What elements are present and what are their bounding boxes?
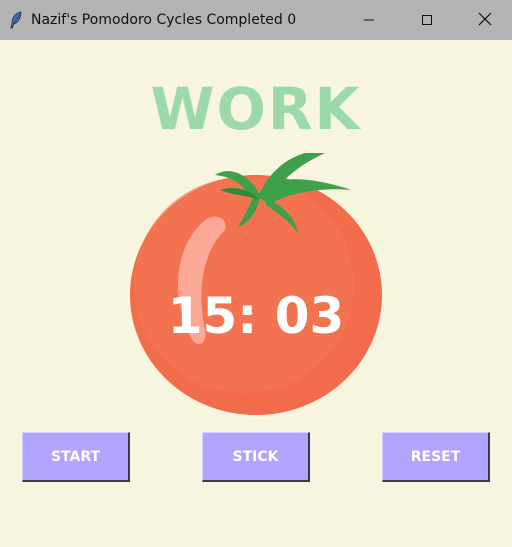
close-button[interactable] <box>456 0 512 40</box>
stick-button[interactable]: STICK <box>202 432 310 482</box>
minimize-icon <box>363 11 375 30</box>
maximize-button[interactable] <box>398 0 456 40</box>
feather-icon <box>9 11 23 29</box>
close-icon <box>478 11 492 30</box>
mode-label: WORK <box>150 75 362 143</box>
minimize-button[interactable] <box>340 0 398 40</box>
title-bar: Nazif's Pomodoro Cycles Completed 0 <box>0 0 512 40</box>
start-button[interactable]: START <box>22 432 130 482</box>
window-title: Nazif's Pomodoro Cycles Completed 0 <box>31 12 297 28</box>
timer-display: 15: 03 <box>167 287 345 345</box>
reset-button[interactable]: RESET <box>382 432 490 482</box>
maximize-icon <box>421 11 433 30</box>
pomodoro-window: Nazif's Pomodoro Cycles Completed 0 WORK <box>0 0 512 547</box>
